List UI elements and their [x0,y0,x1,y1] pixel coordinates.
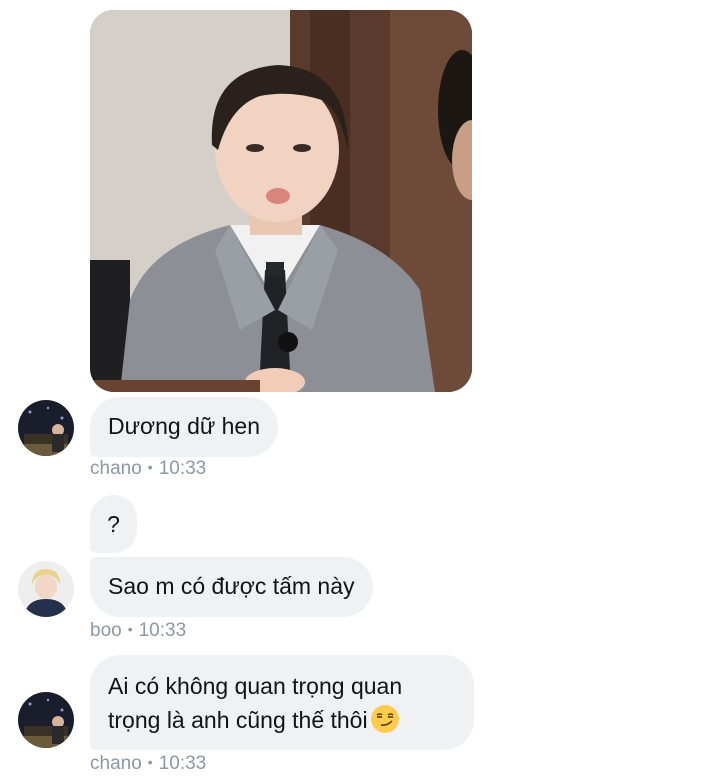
message-bubble[interactable]: Dương dữ hen [90,397,279,457]
message-meta: chano • 10:33 [90,458,206,480]
sender-name: chano [90,458,142,479]
message-bubble[interactable]: Ai có không quan trọng quan trọng là anh… [90,655,474,750]
sender-name: boo [90,620,122,641]
message-time: 10:33 [138,620,187,641]
message-text: Dương dữ hen [108,413,261,439]
avatar-boo[interactable] [18,561,74,617]
dm-conversation: Dương dữ hen chano • 10:33 ? Sao m có được… [0,0,720,776]
message-time: 10:33 [158,753,207,774]
message-text-line: Ai có không quan trọng quan [108,673,403,699]
shared-photo[interactable] [90,10,472,392]
separator-dot: • [147,459,153,475]
smirking-face-icon [370,705,399,733]
message-text: trọng là anh cũng thế thôi [108,707,368,733]
avatar-chano[interactable] [18,692,74,748]
message-text: Sao m có được tấm này [108,573,355,599]
avatar-chano[interactable] [18,400,74,456]
message-bubble[interactable]: ? [90,495,137,553]
message-meta: chano • 10:33 [90,753,206,775]
sender-name: chano [90,753,142,774]
message-text: ? [107,511,120,537]
message-text-line: trọng là anh cũng thế thôi [108,703,456,737]
message-bubble[interactable]: Sao m có được tấm này [90,557,373,617]
separator-dot: • [147,754,153,770]
message-time: 10:33 [158,458,207,479]
separator-dot: • [127,621,133,637]
message-meta: boo • 10:33 [90,620,186,642]
